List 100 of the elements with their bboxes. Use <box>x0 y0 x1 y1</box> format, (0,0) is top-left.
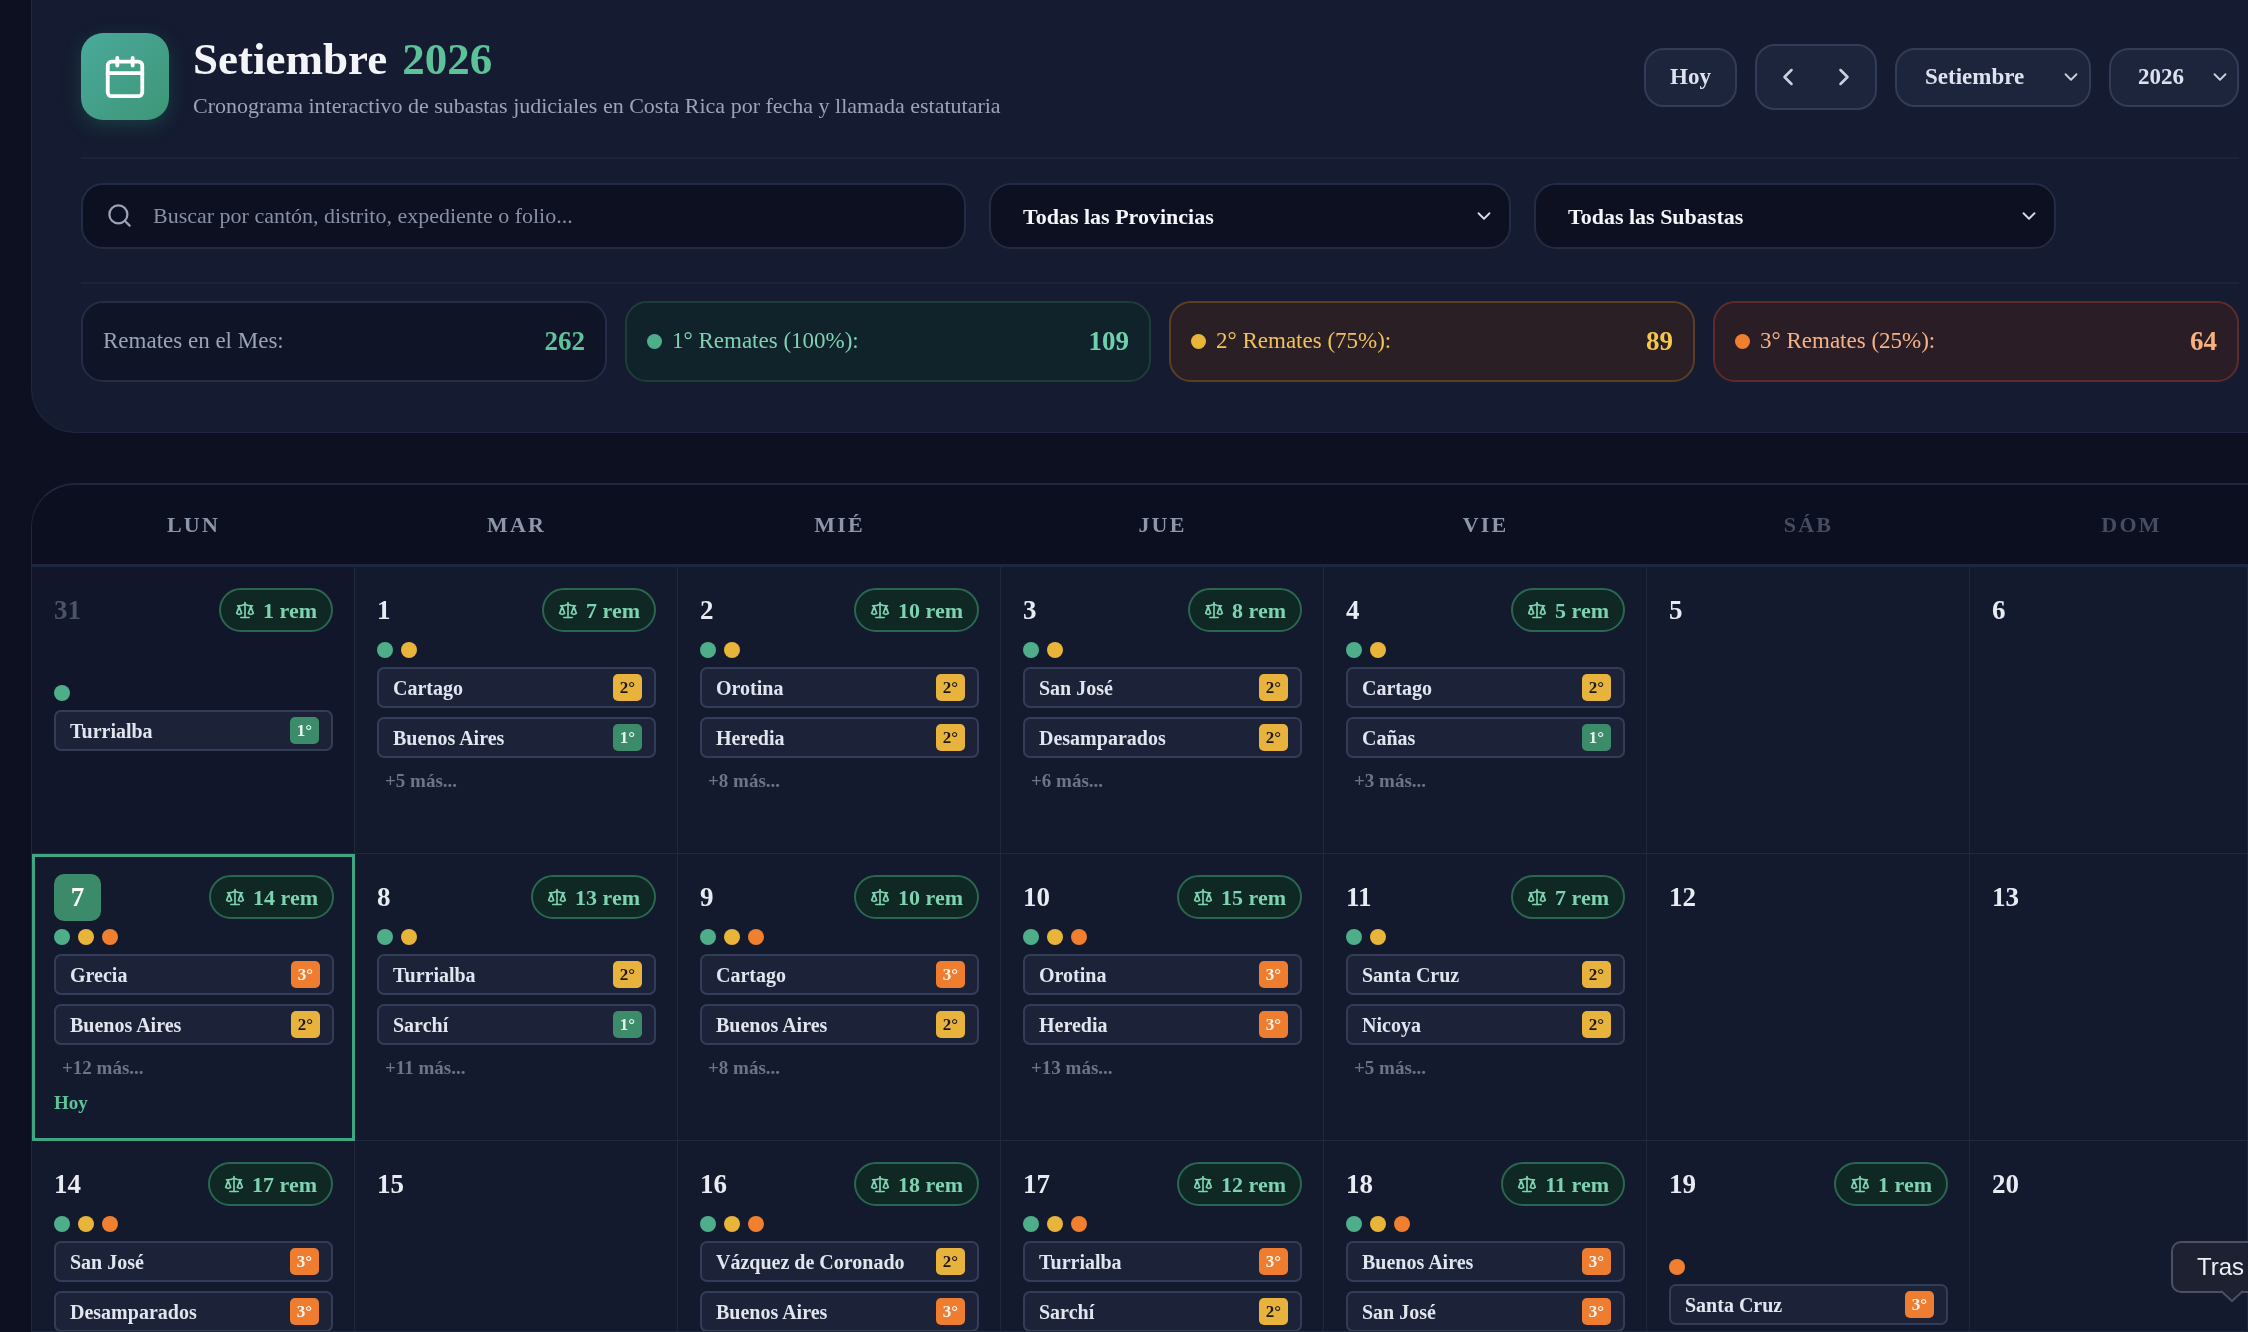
auction-item[interactable]: Cartago 2° <box>377 667 656 708</box>
page-title: Setiembre 2026 <box>193 33 493 85</box>
auction-item[interactable]: Nicoya 2° <box>1346 1004 1625 1045</box>
call-badge: 2° <box>612 674 642 701</box>
more-link[interactable]: +5 más... <box>1346 1056 1427 1080</box>
page-subtitle: Cronograma interactivo de subastas judiciales en Costa Rica por fecha y llamada estatutaria <box>193 92 1001 120</box>
day-cell[interactable]: 18 11 rem Buenos Aires 3° San José 3° <box>1324 1141 1647 1332</box>
province-select[interactable]: Todas las Provincias <box>989 183 1511 249</box>
month-select[interactable]: Setiembre <box>1895 47 2091 107</box>
auction-item[interactable]: San José 3° <box>54 1241 333 1282</box>
scale-icon <box>1527 887 1548 907</box>
auction-item[interactable]: Sarchí 1° <box>377 1004 656 1045</box>
auction-type-select[interactable]: Todas las Subastas <box>1534 183 2056 249</box>
stat-value: 89 <box>1646 325 1673 359</box>
day-cell[interactable]: 10 15 rem Orotina 3° Heredia 3° +13 más... <box>1001 854 1324 1141</box>
auction-item[interactable]: Desamparados 2° <box>1023 717 1302 758</box>
auction-item[interactable]: Buenos Aires 3° <box>700 1291 979 1331</box>
weekday-label: JUE <box>1138 511 1187 539</box>
auction-item[interactable]: Buenos Aires 3° <box>1346 1241 1625 1282</box>
scale-icon <box>1850 1174 1871 1194</box>
scale-icon <box>1517 1174 1538 1194</box>
scale-icon <box>870 887 891 907</box>
auction-count-pill: 1 rem <box>1834 1162 1948 1206</box>
auction-item[interactable]: Cañas 1° <box>1346 717 1625 758</box>
more-link[interactable]: +5 más... <box>377 769 458 793</box>
auction-item[interactable]: Buenos Aires 1° <box>377 717 656 758</box>
day-cell[interactable]: 7 14 rem Grecia 3° Buenos Aires 2° +12 más... Hoy <box>32 854 355 1141</box>
day-number: 5 <box>1669 593 1683 627</box>
auction-count-pill: 10 rem <box>854 588 979 632</box>
day-number: 11 <box>1346 880 1372 914</box>
auction-item[interactable]: Sarchí 2° <box>1023 1291 1302 1331</box>
auction-item[interactable]: San José 2° <box>1023 667 1302 708</box>
auction-item[interactable]: Vázquez de Coronado 2° <box>700 1241 979 1282</box>
day-cell[interactable]: 13 <box>1970 854 2248 1141</box>
day-cell[interactable]: 8 13 rem Turrialba 2° Sarchí 1° +11 más... <box>355 854 678 1141</box>
year-select[interactable]: 2026 <box>2109 47 2239 107</box>
call-badge: 1° <box>612 724 642 751</box>
day-cell[interactable]: 16 18 rem Vázquez de Coronado 2° Buenos Aires 3° <box>678 1141 1001 1332</box>
day-cell[interactable]: 15 <box>355 1141 678 1332</box>
stat-label: 2° Remates (75%): <box>1216 327 1392 356</box>
day-cell[interactable]: 19 1 rem Santa Cruz 3° <box>1647 1141 1970 1332</box>
scale-icon <box>1527 600 1548 620</box>
day-cell[interactable]: 31 1 rem Turrialba 1° <box>32 567 355 854</box>
day-cell[interactable]: 11 7 rem Santa Cruz 2° Nicoya 2° +5 más... <box>1324 854 1647 1141</box>
auction-item[interactable]: Santa Cruz 3° <box>1669 1284 1948 1325</box>
day-cell[interactable]: 9 10 rem Cartago 3° Buenos Aires 2° +8 más... <box>678 854 1001 1141</box>
day-cell[interactable]: 1 7 rem Cartago 2° Buenos Aires 1° +5 más... <box>355 567 678 854</box>
weekday-label: MIÉ <box>814 511 865 539</box>
more-link[interactable]: +12 más... <box>54 1056 144 1080</box>
auction-item[interactable]: Orotina 3° <box>1023 954 1302 995</box>
more-link[interactable]: +6 más... <box>1023 769 1104 793</box>
auction-item[interactable]: Turrialba 2° <box>377 954 656 995</box>
today-button[interactable]: Hoy <box>1644 47 1737 107</box>
auction-item[interactable]: Cartago 3° <box>700 954 979 995</box>
day-number: 16 <box>700 1167 727 1201</box>
search-icon <box>106 202 133 229</box>
day-cell[interactable]: 17 12 rem Turrialba 3° Sarchí 2° <box>1001 1141 1324 1332</box>
weekday-label: DOM <box>2101 511 2162 539</box>
day-number: 31 <box>54 593 81 627</box>
auction-item[interactable]: Turrialba 1° <box>54 710 333 751</box>
search-field[interactable]: Buscar por cantón, distrito, expediente o folio... <box>81 183 966 249</box>
more-link[interactable]: +3 más... <box>1346 769 1427 793</box>
calendar-icon <box>81 33 169 120</box>
auction-item[interactable]: San José 3° <box>1346 1291 1625 1331</box>
tooltip-text: Tras <box>2197 1252 2245 1282</box>
auction-item[interactable]: Buenos Aires 2° <box>700 1004 979 1045</box>
auction-item[interactable]: Cartago 2° <box>1346 667 1625 708</box>
day-number: 8 <box>377 880 391 914</box>
day-cell[interactable]: 6 <box>1970 567 2248 854</box>
stat-value: 109 <box>1088 325 1129 359</box>
day-cell[interactable]: 4 5 rem Cartago 2° Cañas 1° +3 más... <box>1324 567 1647 854</box>
call-badge: 3° <box>1581 1298 1611 1325</box>
day-cell[interactable]: 5 <box>1647 567 1970 854</box>
more-link[interactable]: +8 más... <box>700 1056 781 1080</box>
auction-item[interactable]: Grecia 3° <box>54 954 334 995</box>
auction-item[interactable]: Buenos Aires 2° <box>54 1004 334 1045</box>
more-link[interactable]: +13 más... <box>1023 1056 1113 1080</box>
call-badge: 1° <box>1581 724 1611 751</box>
more-link[interactable]: +8 más... <box>700 769 781 793</box>
day-number: 9 <box>700 880 714 914</box>
auction-item[interactable]: Heredia 3° <box>1023 1004 1302 1045</box>
day-number: 20 <box>1992 1167 2019 1201</box>
call-badge: 3° <box>1258 961 1288 988</box>
day-cell[interactable]: 14 17 rem San José 3° Desamparados 3° <box>32 1141 355 1332</box>
auction-item[interactable]: Heredia 2° <box>700 717 979 758</box>
day-number: 7 <box>54 873 101 921</box>
day-cell[interactable]: 12 <box>1647 854 1970 1141</box>
auction-item[interactable]: Orotina 2° <box>700 667 979 708</box>
auction-item[interactable]: Turrialba 3° <box>1023 1241 1302 1282</box>
scale-icon <box>1193 1174 1214 1194</box>
day-cell[interactable]: 3 8 rem San José 2° Desamparados 2° +6 más... <box>1001 567 1324 854</box>
auction-item[interactable]: Desamparados 3° <box>54 1291 333 1331</box>
day-cell[interactable]: 2 10 rem Orotina 2° Heredia 2° +8 más... <box>678 567 1001 854</box>
scale-icon <box>870 600 891 620</box>
day-number: 6 <box>1992 593 2006 627</box>
call-badge: 3° <box>935 961 965 988</box>
auction-item[interactable]: Santa Cruz 2° <box>1346 954 1625 995</box>
call-badge: 2° <box>1581 961 1611 988</box>
call-badge: 2° <box>935 674 965 701</box>
more-link[interactable]: +11 más... <box>377 1056 466 1080</box>
